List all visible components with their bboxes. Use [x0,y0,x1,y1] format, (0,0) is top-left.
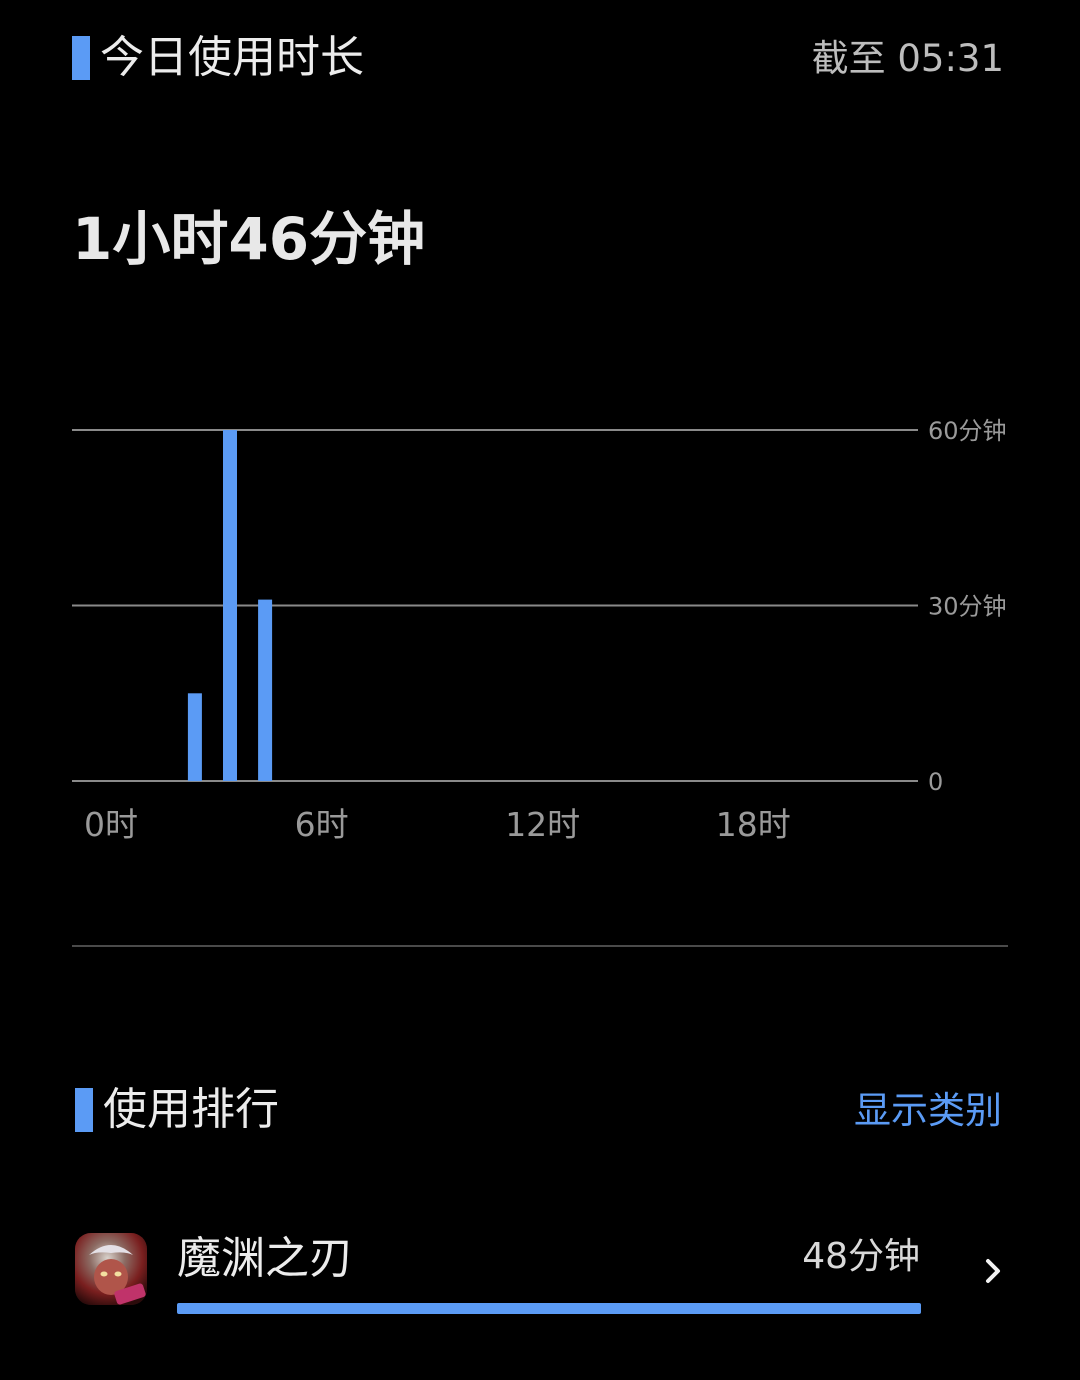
usage-bar[interactable] [187,693,202,782]
y-tick-label: 60分钟 [928,417,1007,445]
ranking-title: 使用排行 [103,1084,279,1135]
usage-bar[interactable] [223,430,237,781]
app-usage-bar-fill [177,1303,921,1314]
show-category-button[interactable]: 显示类别 [854,1092,1002,1129]
y-tick-label: 30分钟 [928,593,1007,621]
chevron-right-icon[interactable] [975,1253,1011,1289]
app-name: 魔渊之刃 [177,1233,353,1284]
section-divider [72,945,1008,947]
x-tick-label: 0时 [84,805,138,844]
game-app-icon [75,1233,147,1305]
x-tick-label: 18时 [716,805,791,844]
app-usage-row[interactable]: 魔渊之刃 48分钟 [0,1225,1080,1325]
hourly-usage-chart: 0 30分钟 60分钟 0时 6时 12时 18时 [72,417,1007,844]
x-tick-label: 12时 [505,805,580,844]
usage-bar[interactable] [258,599,273,781]
y-tick-label: 0 [928,768,943,796]
x-tick-label: 6时 [295,805,349,844]
app-usage-time: 48分钟 [802,1236,920,1277]
app-usage-bar [177,1303,921,1314]
section-accent-bar [75,1088,93,1132]
